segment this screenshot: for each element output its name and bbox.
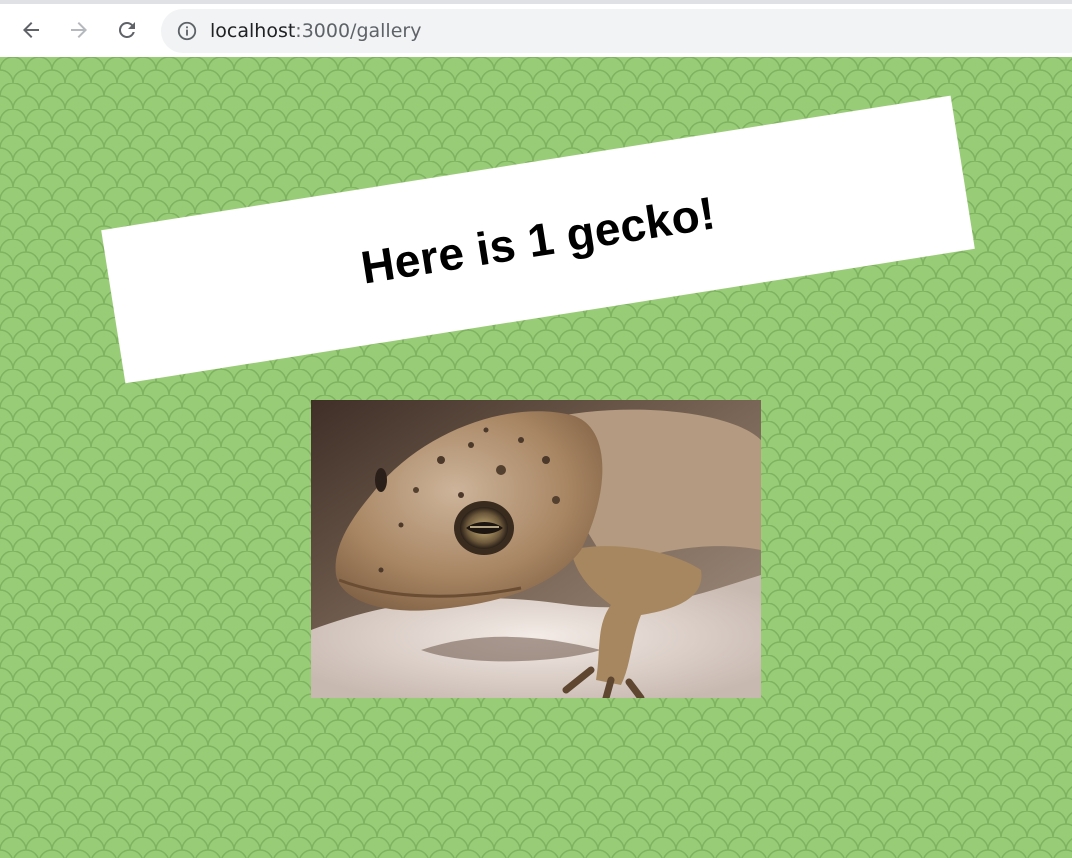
site-info-button[interactable] <box>176 20 198 42</box>
gecko-photo <box>311 400 761 698</box>
gecko-image <box>311 400 761 698</box>
url-path: :3000/gallery <box>295 20 422 42</box>
reload-button[interactable] <box>109 12 145 48</box>
address-bar[interactable]: localhost:3000/gallery <box>161 9 1072 53</box>
arrow-left-icon <box>23 22 39 38</box>
browser-toolbar: localhost:3000/gallery <box>0 0 1072 57</box>
arrow-right-icon <box>71 22 87 38</box>
forward-button[interactable] <box>61 12 97 48</box>
page-viewport: Here is 1 gecko! <box>0 57 1072 858</box>
reload-icon <box>118 21 135 38</box>
info-icon <box>177 21 197 41</box>
url-text[interactable]: localhost:3000/gallery <box>210 20 421 42</box>
back-button[interactable] <box>13 12 49 48</box>
page-heading: Here is 1 gecko! <box>357 185 719 294</box>
url-host: localhost <box>210 20 296 42</box>
